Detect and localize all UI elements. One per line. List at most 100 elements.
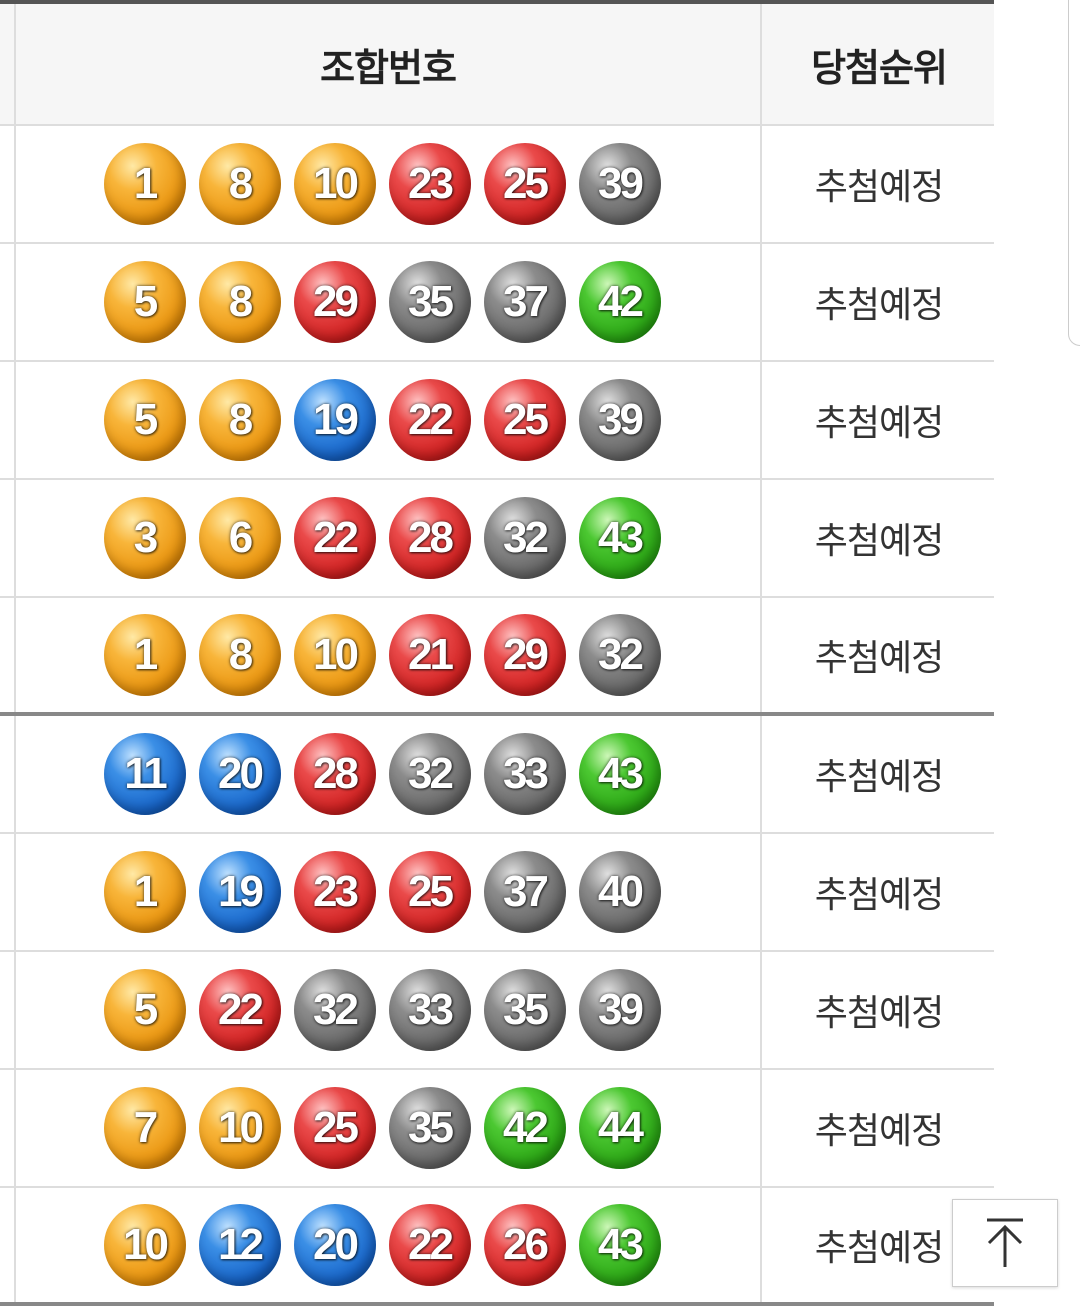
lotto-ball: 1: [103, 614, 186, 696]
lotto-ball: 1: [103, 143, 186, 225]
lotto-ball: 35: [483, 969, 566, 1051]
lotto-ball: 43: [578, 497, 661, 579]
rank-cell: 추첨예정: [760, 1070, 996, 1186]
lotto-ball: 19: [293, 379, 376, 461]
ball-group: 1 19 23 25 37 40: [103, 851, 661, 933]
ball-group: 5 8 19 22 25 39: [103, 379, 661, 461]
rank-cell: 추첨예정: [760, 480, 996, 596]
lotto-ball: 26: [483, 1204, 566, 1286]
combination-cell: 1 8 10 21 29 32: [16, 598, 760, 712]
lotto-ball: 6: [198, 497, 281, 579]
lotto-ball: 33: [483, 733, 566, 815]
lotto-ball: 37: [483, 261, 566, 343]
lotto-ball: 21: [388, 614, 471, 696]
rank-status: 추첨예정: [814, 521, 944, 562]
rank-cell: 추첨예정: [760, 716, 996, 832]
lotto-ball: 44: [578, 1087, 661, 1169]
rank-cell: 추첨예정: [760, 952, 996, 1068]
rank-status: 추첨예정: [814, 1111, 944, 1152]
table-row: 5 8 19 22 25 39 추첨예정: [0, 362, 994, 480]
table-row: 1 8 10 21 29 32 추첨예정: [0, 598, 994, 716]
lotto-ball: 12: [198, 1204, 281, 1286]
lotto-ball: 3: [103, 497, 186, 579]
ball-group: 5 22 32 33 35 39: [103, 969, 661, 1051]
rank-status: 추첨예정: [814, 757, 944, 798]
lotto-ball: 40: [578, 851, 661, 933]
lotto-ball: 35: [388, 1087, 471, 1169]
lotto-ball: 32: [388, 733, 471, 815]
header-combination-label: 조합번호: [320, 45, 457, 90]
lotto-ball: 11: [103, 733, 186, 815]
ball-group: 1 8 10 21 29 32: [103, 614, 661, 696]
ball-group: 1 8 10 23 25 39: [103, 143, 661, 225]
lotto-ball: 7: [103, 1087, 186, 1169]
lotto-ball: 43: [578, 733, 661, 815]
table-row: 7 10 25 35 42 44 추첨예정: [0, 1070, 994, 1188]
lotto-ball: 28: [293, 733, 376, 815]
lotto-ball: 37: [483, 851, 566, 933]
lottery-combination-table: 조합번호 당첨순위 1 8 10 23 25 39 추첨예정 5 8 29 35…: [0, 0, 994, 1306]
rank-cell: 추첨예정: [760, 834, 996, 950]
lotto-ball: 5: [103, 261, 186, 343]
lotto-ball: 39: [578, 969, 661, 1051]
combination-cell: 1 19 23 25 37 40: [16, 834, 760, 950]
table-row: 1 19 23 25 37 40 추첨예정: [0, 834, 994, 952]
lotto-ball: 10: [293, 614, 376, 696]
lotto-ball: 25: [483, 379, 566, 461]
lotto-ball: 22: [198, 969, 281, 1051]
combination-cell: 7 10 25 35 42 44: [16, 1070, 760, 1186]
rank-cell: 추첨예정: [760, 244, 996, 360]
ball-group: 10 12 20 22 26 43: [103, 1204, 661, 1286]
combination-cell: 11 20 28 32 33 43: [16, 716, 760, 832]
lotto-ball: 25: [293, 1087, 376, 1169]
combination-cell: 5 22 32 33 35 39: [16, 952, 760, 1068]
lotto-ball: 22: [388, 379, 471, 461]
scroll-to-top-button[interactable]: [952, 1199, 1058, 1287]
lotto-ball: 19: [198, 851, 281, 933]
header-cell-rank: 당첨순위: [760, 4, 996, 124]
table-header: 조합번호 당첨순위: [0, 4, 994, 126]
rank-cell: 추첨예정: [760, 598, 996, 712]
table-row: 5 22 32 33 35 39 추첨예정: [0, 952, 994, 1070]
table-row: 11 20 28 32 33 43 추첨예정: [0, 716, 994, 834]
lotto-ball: 32: [483, 497, 566, 579]
table-row: 5 8 29 35 37 42 추첨예정: [0, 244, 994, 362]
lotto-ball: 35: [388, 261, 471, 343]
lotto-ball: 28: [388, 497, 471, 579]
lotto-ball: 39: [578, 143, 661, 225]
ball-group: 3 6 22 28 32 43: [103, 497, 661, 579]
combination-cell: 3 6 22 28 32 43: [16, 480, 760, 596]
rank-status: 추첨예정: [814, 875, 944, 916]
header-rank-label: 당첨순위: [811, 45, 948, 90]
lotto-ball: 23: [293, 851, 376, 933]
lotto-ball: 29: [483, 614, 566, 696]
lotto-ball: 39: [578, 379, 661, 461]
lotto-ball: 43: [578, 1204, 661, 1286]
ball-group: 7 10 25 35 42 44: [103, 1087, 661, 1169]
lotto-ball: 8: [198, 614, 281, 696]
header-cell-combination: 조합번호: [16, 4, 760, 124]
table-row: 1 8 10 23 25 39 추첨예정: [0, 126, 994, 244]
lotto-ball: 5: [103, 969, 186, 1051]
lotto-ball: 22: [293, 497, 376, 579]
combination-cell: 5 8 19 22 25 39: [16, 362, 760, 478]
combination-cell: 5 8 29 35 37 42: [16, 244, 760, 360]
lotto-ball: 22: [388, 1204, 471, 1286]
rank-status: 추첨예정: [814, 167, 944, 208]
lotto-ball: 1: [103, 851, 186, 933]
table-row: 3 6 22 28 32 43 추첨예정: [0, 480, 994, 598]
lotto-ball: 20: [293, 1204, 376, 1286]
scrollbar-handle[interactable]: [1068, 0, 1080, 346]
combination-cell: 10 12 20 22 26 43: [16, 1188, 760, 1302]
rank-cell: 추첨예정: [760, 126, 996, 242]
lotto-ball: 25: [388, 851, 471, 933]
lotto-ball: 42: [578, 261, 661, 343]
lotto-ball: 20: [198, 733, 281, 815]
lotto-ball: 23: [388, 143, 471, 225]
lotto-ball: 8: [198, 143, 281, 225]
rank-status: 추첨예정: [814, 638, 944, 679]
ball-group: 11 20 28 32 33 43: [103, 733, 661, 815]
lotto-ball: 10: [293, 143, 376, 225]
ball-group: 5 8 29 35 37 42: [103, 261, 661, 343]
lotto-ball: 29: [293, 261, 376, 343]
